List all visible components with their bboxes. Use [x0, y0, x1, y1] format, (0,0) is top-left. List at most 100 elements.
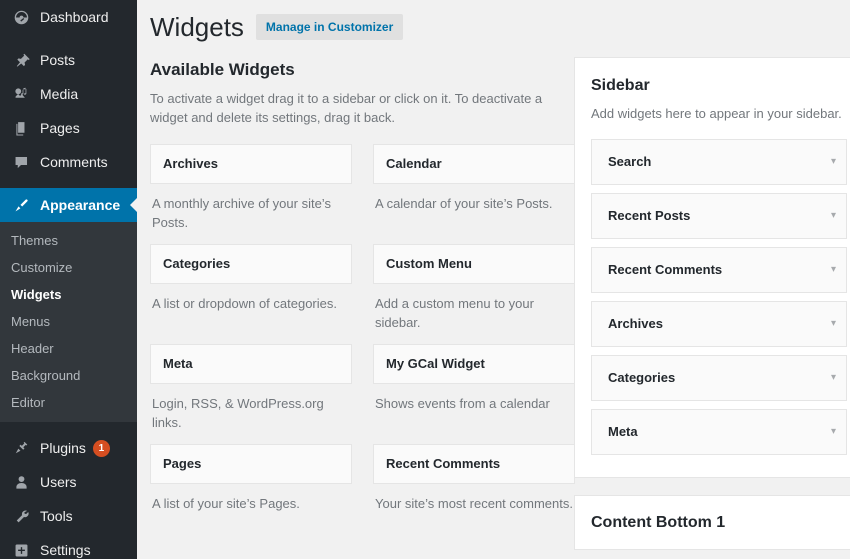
- sidebar-item-media[interactable]: Media: [0, 77, 137, 111]
- widget-card[interactable]: My GCal Widget: [373, 344, 575, 384]
- sidebar-widget-meta[interactable]: Meta ▾: [591, 409, 847, 455]
- widget-title: Calendar: [386, 156, 442, 171]
- pages-stack-icon: [11, 118, 31, 138]
- widget-description: Your site’s most recent comments.: [375, 496, 573, 511]
- widget-card[interactable]: Archives: [150, 144, 352, 184]
- submenu-item-background[interactable]: Background: [0, 362, 137, 389]
- sidebar-widget-title: Archives: [608, 316, 663, 331]
- sidebar-item-label: Pages: [40, 120, 80, 136]
- sidebar-item-pages[interactable]: Pages: [0, 111, 137, 145]
- sidebar-item-dashboard[interactable]: Dashboard: [0, 0, 137, 34]
- sidebar-panel-description: Add widgets here to appear in your sideb…: [591, 106, 842, 121]
- widget-card[interactable]: Calendar: [373, 144, 575, 184]
- wrench-icon: [11, 506, 31, 526]
- available-widget-recent-comments: Recent Comments Your site’s most recent …: [360, 444, 575, 525]
- widget-title: Recent Comments: [386, 456, 501, 471]
- sidebar-item-plugins[interactable]: Plugins 1: [0, 431, 137, 465]
- sidebar-item-label: Posts: [40, 52, 76, 68]
- sidebar-item-settings[interactable]: Settings: [0, 533, 137, 559]
- submenu-item-widgets[interactable]: Widgets: [0, 281, 137, 308]
- widget-description: Shows events from a calendar: [375, 396, 550, 411]
- sidebar-widget-title: Recent Comments: [608, 262, 723, 277]
- sidebar-widget-archives[interactable]: Archives ▾: [591, 301, 847, 347]
- plug-icon: [11, 438, 31, 458]
- admin-screen: Dashboard Posts Media Pages Comments App…: [0, 0, 850, 559]
- widget-card[interactable]: Meta: [150, 344, 352, 384]
- sidebar-widget-recent-comments[interactable]: Recent Comments ▾: [591, 247, 847, 293]
- sidebar-widget-search[interactable]: Search ▾: [591, 139, 847, 185]
- available-widgets-grid: Archives A monthly archive of your site’…: [145, 144, 575, 525]
- widget-title: Meta: [163, 356, 193, 371]
- chevron-down-icon[interactable]: ▾: [831, 427, 836, 437]
- dashboard-gauge-icon: [11, 7, 31, 27]
- content-bottom-panel-title: Content Bottom 1: [591, 514, 726, 531]
- sidebar-item-label: Tools: [40, 508, 73, 524]
- widget-description: Add a custom menu to your sidebar.: [375, 296, 534, 330]
- widget-card[interactable]: Custom Menu: [373, 244, 575, 284]
- comment-bubble-icon: [11, 152, 31, 172]
- sidebar-widget-recent-posts[interactable]: Recent Posts ▾: [591, 193, 847, 239]
- submenu-item-customize[interactable]: Customize: [0, 254, 137, 281]
- sidebar-item-label: Users: [40, 474, 77, 490]
- widget-description: Login, RSS, & WordPress.org links.: [152, 396, 324, 430]
- widget-title: Custom Menu: [386, 256, 472, 271]
- sidebar-item-tools[interactable]: Tools: [0, 499, 137, 533]
- sidebar-widget-title: Meta: [608, 424, 638, 439]
- chevron-down-icon[interactable]: ▾: [831, 265, 836, 275]
- available-widget-pages: Pages A list of your site’s Pages.: [145, 444, 360, 525]
- sidebar-item-appearance[interactable]: Appearance: [0, 188, 137, 222]
- sidebar-item-label: Dashboard: [40, 9, 109, 25]
- user-icon: [11, 472, 31, 492]
- available-widget-meta: Meta Login, RSS, & WordPress.org links.: [145, 344, 360, 444]
- chevron-down-icon[interactable]: ▾: [831, 319, 836, 329]
- paintbrush-icon: [11, 195, 31, 215]
- sidebar-widget-title: Categories: [608, 370, 676, 385]
- sidebar-widget-title: Search: [608, 154, 652, 169]
- widget-title: My GCal Widget: [386, 356, 485, 371]
- available-widget-my-gcal-widget: My GCal Widget Shows events from a calen…: [360, 344, 575, 444]
- manage-in-customizer-button[interactable]: Manage in Customizer: [255, 14, 404, 40]
- sidebars-column: Sidebar Add widgets here to appear in yo…: [574, 57, 850, 550]
- widget-card[interactable]: Categories: [150, 244, 352, 284]
- widget-description: A list or dropdown of categories.: [152, 296, 337, 311]
- chevron-down-icon[interactable]: ▾: [831, 373, 836, 383]
- widget-description: A list of your site’s Pages.: [152, 496, 300, 511]
- sidebar-item-label: Appearance: [40, 197, 121, 213]
- sidebar-panel-sidebar: Sidebar Add widgets here to appear in yo…: [574, 57, 850, 478]
- sidebar-panel-title: Sidebar: [591, 77, 650, 94]
- submenu-item-themes[interactable]: Themes: [0, 227, 137, 254]
- widget-card[interactable]: Pages: [150, 444, 352, 484]
- sidebar-widget-categories[interactable]: Categories ▾: [591, 355, 847, 401]
- submenu-arrow-icon: [130, 197, 137, 213]
- available-widget-categories: Categories A list or dropdown of categor…: [145, 244, 360, 344]
- available-widgets-description: To activate a widget drag it to a sideba…: [150, 91, 543, 125]
- sidebar-item-label: Media: [40, 86, 79, 102]
- widget-description: A calendar of your site’s Posts.: [375, 196, 553, 211]
- widget-title: Categories: [163, 256, 231, 271]
- sidebar-item-comments[interactable]: Comments: [0, 145, 137, 179]
- sidebar-widget-title: Recent Posts: [608, 208, 691, 223]
- sidebar-item-label: Plugins: [40, 440, 86, 456]
- available-widget-archives: Archives A monthly archive of your site’…: [145, 144, 360, 244]
- submenu-item-header[interactable]: Header: [0, 335, 137, 362]
- available-widgets-list: Archives A monthly archive of your site’…: [145, 144, 575, 525]
- sidebar-item-label: Comments: [40, 154, 108, 170]
- page-header: Widgets Manage in Customizer: [137, 0, 850, 42]
- sidebar-widget-list: Search ▾ Recent Posts ▾ Recent Comments …: [591, 139, 847, 455]
- submenu-item-editor[interactable]: Editor: [0, 389, 137, 416]
- chevron-down-icon[interactable]: ▾: [831, 211, 836, 221]
- sidebar-panel-content-bottom-1: Content Bottom 1: [574, 495, 850, 550]
- chevron-down-icon[interactable]: ▾: [831, 157, 836, 167]
- widget-card[interactable]: Recent Comments: [373, 444, 575, 484]
- sidebar-item-label: Settings: [40, 542, 91, 558]
- sidebar-item-posts[interactable]: Posts: [0, 43, 137, 77]
- widget-description: A monthly archive of your site’s Posts.: [152, 196, 331, 230]
- submenu-item-menus[interactable]: Menus: [0, 308, 137, 335]
- sidebar-item-users[interactable]: Users: [0, 465, 137, 499]
- widget-title: Pages: [163, 456, 202, 471]
- pushpin-icon: [11, 50, 31, 70]
- admin-sidebar: Dashboard Posts Media Pages Comments App…: [0, 0, 137, 559]
- available-widget-calendar: Calendar A calendar of your site’s Posts…: [360, 144, 575, 244]
- media-note-icon: [11, 84, 31, 104]
- settings-sliders-icon: [11, 540, 31, 559]
